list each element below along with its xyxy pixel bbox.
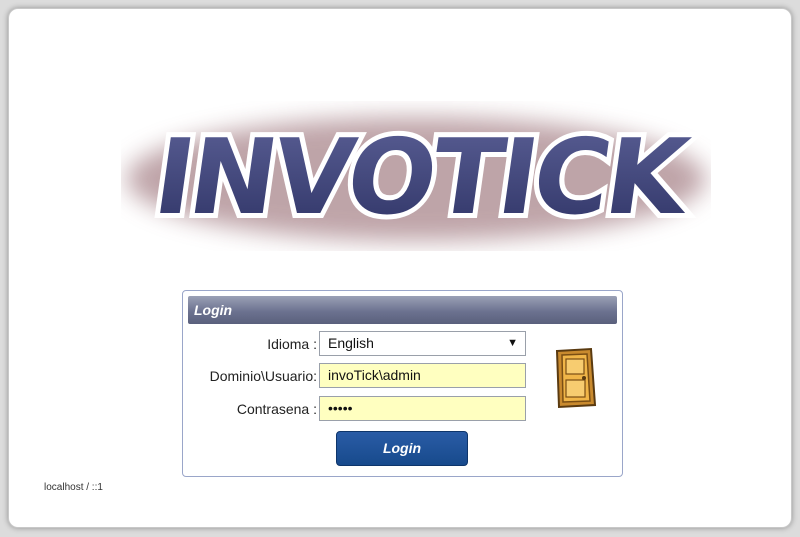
language-value: English: [328, 335, 374, 351]
door-icon: [555, 347, 597, 409]
language-label: Idioma :: [267, 336, 317, 352]
password-field[interactable]: •••••: [319, 396, 526, 421]
login-button[interactable]: Login: [336, 431, 468, 466]
username-field[interactable]: invoTick\admin: [319, 363, 526, 388]
login-panel-title: Login: [188, 296, 617, 324]
login-panel: Login Idioma : English ▼ Dominio\Usuario…: [182, 290, 623, 477]
invotick-logo: INVOTICK: [126, 111, 706, 243]
user-label: Dominio\Usuario:: [209, 368, 317, 384]
svg-text:INVOTICK: INVOTICK: [147, 116, 699, 237]
password-label: Contrasena :: [236, 401, 317, 417]
page-frame: INVOTICK Login Idioma : English ▼ Domini…: [8, 8, 792, 528]
dropdown-arrow-icon: ▼: [507, 337, 518, 349]
language-select[interactable]: English ▼: [319, 331, 526, 356]
host-info: localhost / ::1: [44, 482, 103, 493]
